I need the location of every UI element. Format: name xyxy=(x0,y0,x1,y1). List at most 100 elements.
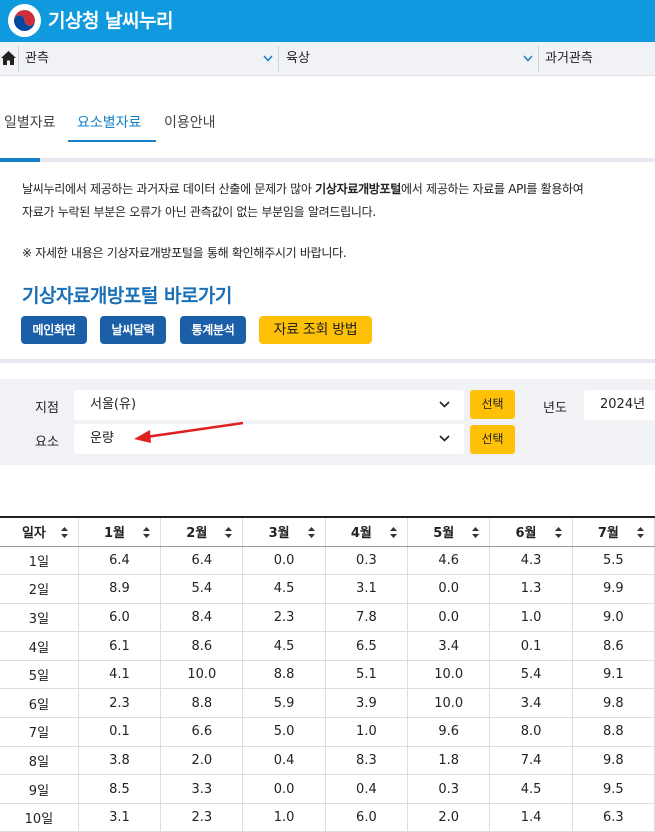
station-label: 지점 xyxy=(35,401,59,416)
value-cell: 9.5 xyxy=(572,774,655,804)
day-cell: 10일 xyxy=(0,803,79,832)
value-cell: 8.0 xyxy=(489,717,573,747)
column-header[interactable]: 5월 xyxy=(407,516,491,547)
station-select[interactable]: 서울(유) xyxy=(74,390,464,420)
tab-element-data[interactable]: 요소별자료 xyxy=(77,112,141,142)
notice-portal-name: 기상자료개방포털 xyxy=(315,182,402,196)
column-header[interactable]: 3월 xyxy=(242,516,326,547)
section-divider-accent xyxy=(0,158,40,162)
table-row: 5일 4.1 10.0 8.8 5.1 10.0 5.4 9.1 xyxy=(0,660,655,690)
year-select[interactable]: 2024년 xyxy=(584,390,655,420)
header-bar: 기상청 날씨누리 xyxy=(0,0,655,42)
table-row: 6일 2.3 8.8 5.9 3.9 10.0 3.4 9.8 xyxy=(0,688,655,719)
nav-select-land[interactable]: 육상 xyxy=(286,42,536,76)
value-cell: 4.6 xyxy=(407,546,491,576)
column-header[interactable]: 4월 xyxy=(325,516,409,547)
sort-icon[interactable] xyxy=(225,527,233,538)
weather-calendar-button[interactable]: 날씨달력 xyxy=(100,316,166,344)
day-cell: 9일 xyxy=(0,774,79,804)
value-cell: 6.4 xyxy=(78,546,162,576)
tab-usage-guide[interactable]: 이용안내 xyxy=(164,112,216,142)
cloud-amount-table: 일자 1월 2월 3월 4월 5월 6월 7월 1일 6.4 6.4 0.0 0.3 4.6 4.3 5.5… xyxy=(0,516,655,832)
nav-select-observation[interactable]: 관측 xyxy=(25,42,278,76)
day-cell: 7일 xyxy=(0,717,79,747)
main-page-button[interactable]: 메인화면 xyxy=(21,316,87,344)
value-cell: 6.0 xyxy=(78,603,162,633)
value-cell: 0.4 xyxy=(242,746,326,776)
sort-icon[interactable] xyxy=(307,527,315,538)
nav-divider xyxy=(18,46,19,72)
value-cell: 5.5 xyxy=(572,546,655,576)
value-cell: 6.5 xyxy=(325,631,409,661)
column-header[interactable]: 일자 xyxy=(0,516,79,547)
value-cell: 9.8 xyxy=(572,746,655,776)
sort-icon[interactable] xyxy=(637,527,644,538)
column-header-label: 7월 xyxy=(597,526,619,542)
table-row: 10일 3.1 2.3 1.0 6.0 2.0 1.4 6.3 xyxy=(0,803,655,832)
notice-text: 에서 제공하는 자료를 API를 활용하여 xyxy=(401,182,584,196)
value-cell: 4.5 xyxy=(242,631,326,661)
value-cell: 3.9 xyxy=(325,688,409,719)
value-cell: 9.6 xyxy=(407,717,491,747)
nav-select-label: 과거관측 xyxy=(545,51,593,66)
element-select[interactable]: 운량 xyxy=(74,424,464,454)
home-icon[interactable] xyxy=(0,50,17,66)
value-cell: 1.0 xyxy=(242,803,326,832)
taegeuk-logo-icon[interactable] xyxy=(8,4,41,37)
value-cell: 9.8 xyxy=(572,688,655,719)
value-cell: 2.0 xyxy=(160,746,244,776)
value-cell: 2.0 xyxy=(407,803,491,832)
sort-icon[interactable] xyxy=(554,527,562,538)
value-cell: 6.1 xyxy=(78,631,162,661)
day-cell: 4일 xyxy=(0,631,79,661)
value-cell: 6.3 xyxy=(572,803,655,832)
data-lookup-help-button[interactable]: 자료 조회 방법 xyxy=(259,316,372,344)
value-cell: 5.0 xyxy=(242,717,326,747)
table-row: 3일 6.0 8.4 2.3 7.8 0.0 1.0 9.0 xyxy=(0,603,655,633)
column-header-label: 2월 xyxy=(186,526,208,542)
value-cell: 0.0 xyxy=(242,774,326,804)
column-header[interactable]: 2월 xyxy=(160,516,244,547)
value-cell: 8.8 xyxy=(242,660,326,690)
nav-select-label: 관측 xyxy=(25,51,49,66)
table-header-row: 일자 1월 2월 3월 4월 5월 6월 7월 xyxy=(0,516,655,547)
sort-icon[interactable] xyxy=(472,527,480,538)
table-row: 2일 8.9 5.4 4.5 3.1 0.0 1.3 9.9 xyxy=(0,574,655,604)
column-header[interactable]: 7월 xyxy=(572,516,655,547)
value-cell: 0.3 xyxy=(407,774,491,804)
column-header-label: 1월 xyxy=(103,526,125,542)
value-cell: 9.1 xyxy=(572,660,655,690)
value-cell: 3.1 xyxy=(78,803,162,832)
value-cell: 2.3 xyxy=(160,803,244,832)
value-cell: 5.4 xyxy=(489,660,573,690)
table-row: 8일 3.8 2.0 0.4 8.3 1.8 7.4 9.8 xyxy=(0,746,655,776)
value-cell: 7.4 xyxy=(489,746,573,776)
nav-select-label: 육상 xyxy=(286,51,310,66)
sort-icon[interactable] xyxy=(390,527,398,538)
element-select-button[interactable]: 선택 xyxy=(470,425,515,454)
value-cell: 8.3 xyxy=(325,746,409,776)
statistics-button[interactable]: 통계분석 xyxy=(180,316,246,344)
chevron-down-icon xyxy=(439,435,450,442)
table-row: 1일 6.4 6.4 0.0 0.3 4.6 4.3 5.5 xyxy=(0,546,655,576)
tab-daily-data[interactable]: 일별자료 xyxy=(4,112,56,142)
value-cell: 5.9 xyxy=(242,688,326,719)
value-cell: 4.5 xyxy=(489,774,573,804)
day-cell: 5일 xyxy=(0,660,79,690)
value-cell: 8.6 xyxy=(160,631,244,661)
site-title[interactable]: 기상청 날씨누리 xyxy=(48,6,173,33)
value-cell: 7.8 xyxy=(325,603,409,633)
nav-select-past-observation[interactable]: 과거관측 xyxy=(545,42,655,76)
value-cell: 1.4 xyxy=(489,803,573,832)
active-tab-indicator xyxy=(68,140,156,142)
value-cell: 10.0 xyxy=(407,688,491,719)
sort-icon[interactable] xyxy=(143,527,151,538)
value-cell: 3.1 xyxy=(325,574,409,604)
station-select-button[interactable]: 선택 xyxy=(470,390,515,419)
column-header[interactable]: 1월 xyxy=(78,516,162,547)
value-cell: 1.8 xyxy=(407,746,491,776)
column-header[interactable]: 6월 xyxy=(489,516,573,547)
sort-icon[interactable] xyxy=(60,527,68,538)
element-label: 요소 xyxy=(35,435,59,450)
chevron-down-icon xyxy=(439,401,450,408)
